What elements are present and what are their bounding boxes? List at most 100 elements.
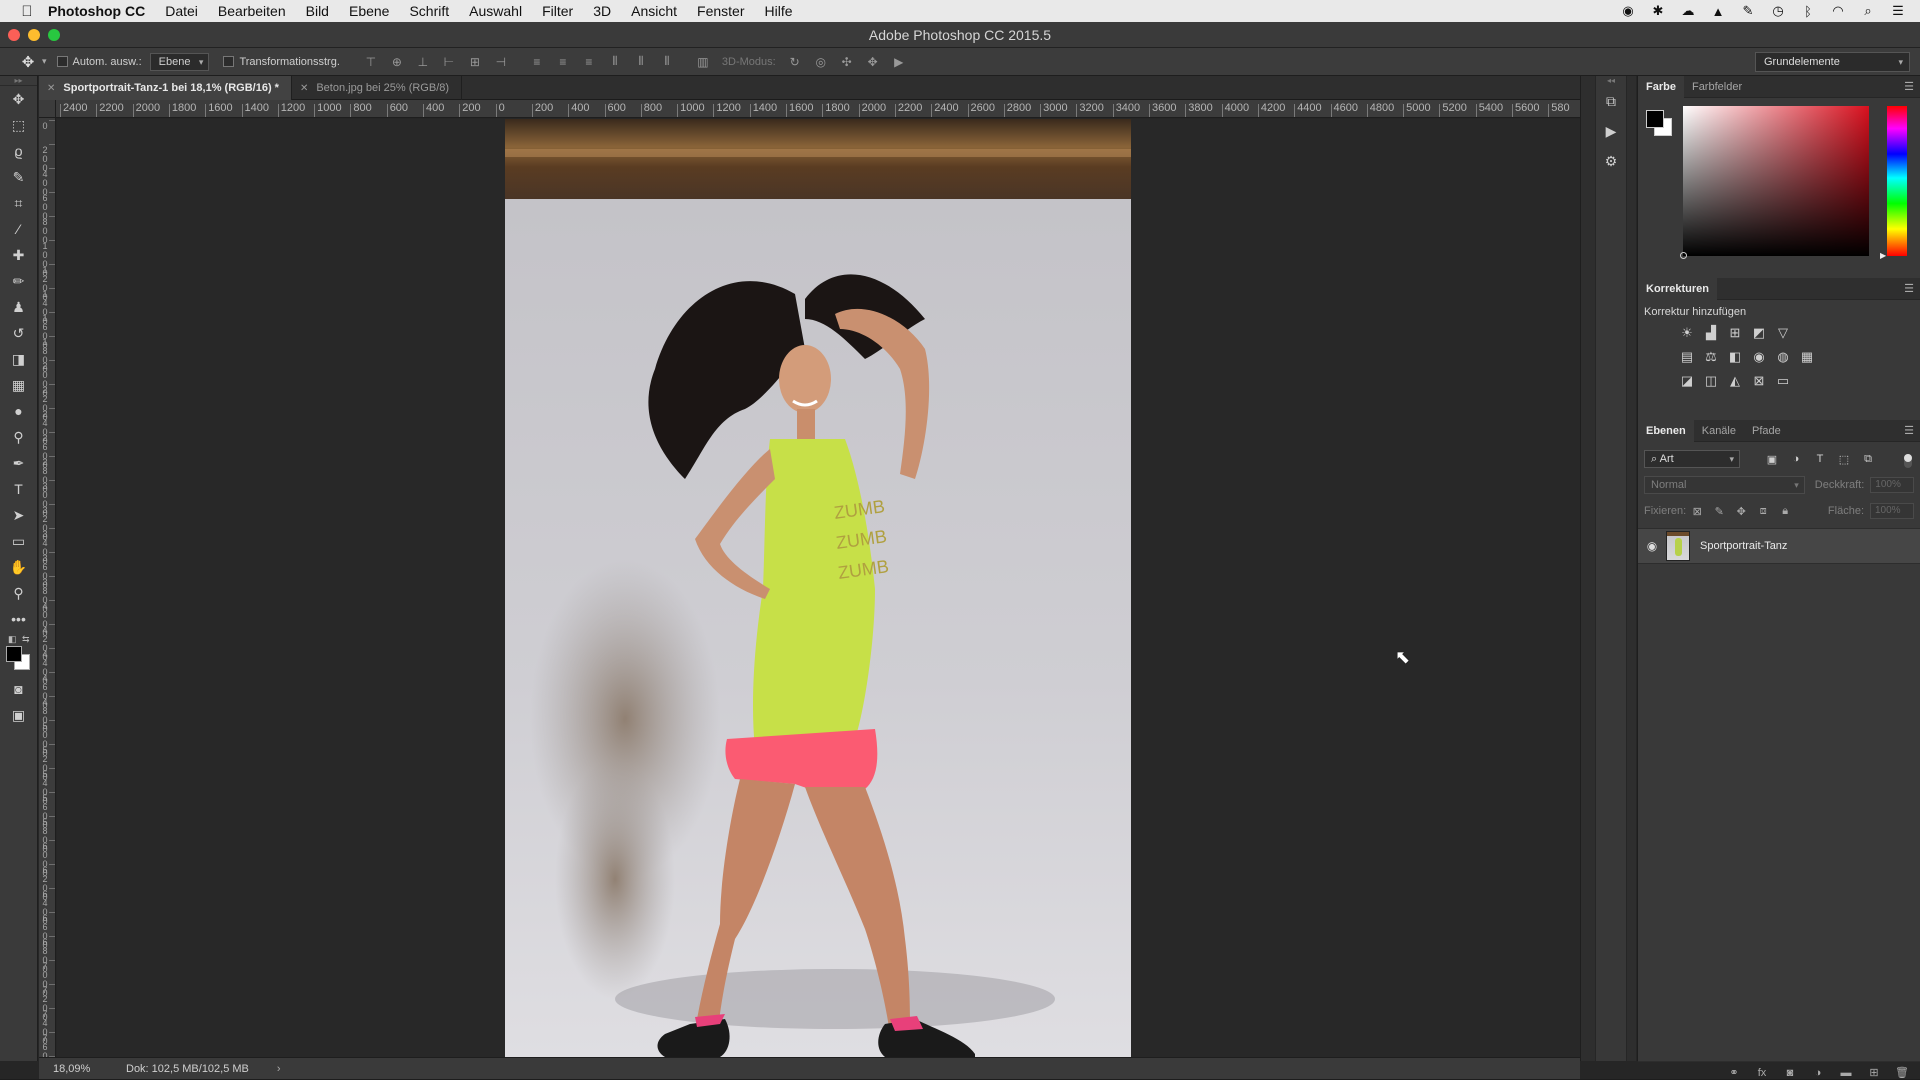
foreground-color-swatch[interactable] [6, 646, 22, 662]
time-machine-icon[interactable]: ◷ [1770, 3, 1786, 19]
color-balance-icon[interactable]: ⚖ [1702, 348, 1720, 366]
new-layer-icon[interactable]: ⊞ [1863, 1066, 1885, 1079]
rectangle-tool-icon[interactable]: ▭ [0, 528, 37, 554]
gradient-tool-icon[interactable]: ▦ [0, 372, 37, 398]
layer-filter-toggle[interactable] [1904, 454, 1912, 468]
vibrance-icon[interactable]: ▽ [1774, 324, 1792, 342]
distribute-left-icon[interactable]: ⫴ [602, 54, 628, 69]
sync-icon[interactable]: ✎ [1740, 3, 1756, 19]
align-bottom-icon[interactable]: ⊥ [410, 55, 436, 69]
menu-bearbeiten[interactable]: Bearbeiten [208, 0, 296, 22]
actions-panel-icon[interactable]: ▶ [1596, 116, 1626, 146]
screen-mode-icon[interactable]: ▣ [0, 702, 37, 728]
record-icon[interactable]: ◉ [1620, 3, 1636, 19]
properties-panel-icon[interactable]: ⚙ [1596, 146, 1626, 176]
creative-cloud-icon[interactable]: ☁ [1680, 3, 1696, 19]
auto-align-layers-icon[interactable]: ▥ [690, 55, 716, 69]
notification-center-icon[interactable]: ☰ [1890, 3, 1906, 19]
tab-ebenen[interactable]: Ebenen [1638, 419, 1694, 442]
hue-slider[interactable]: ▶ [1880, 106, 1907, 260]
layer-style-icon[interactable]: fx [1751, 1067, 1773, 1079]
lock-transparent-icon[interactable]: ⊠ [1686, 505, 1708, 518]
tab-farbe[interactable]: Farbe [1638, 75, 1684, 98]
menu-schrift[interactable]: Schrift [399, 0, 459, 22]
zoom-level[interactable]: 18,09% [39, 1063, 114, 1075]
ruler-origin[interactable] [39, 100, 56, 118]
curves-icon[interactable]: ⊞ [1726, 324, 1744, 342]
status-menu-icon[interactable]: › [277, 1063, 281, 1075]
visibility-eye-icon[interactable]: ◉ [1638, 539, 1666, 553]
posterize-icon[interactable]: ◫ [1702, 372, 1720, 390]
tab-farbfelder[interactable]: Farbfelder [1684, 76, 1750, 98]
hue-saturation-icon[interactable]: ▤ [1678, 348, 1696, 366]
panel-menu-icon[interactable]: ☰ [1904, 282, 1914, 295]
3d-roll-icon[interactable]: ◎ [808, 55, 834, 69]
menu-filter[interactable]: Filter [532, 0, 583, 22]
workspace-switcher[interactable]: Grundelemente [1755, 52, 1910, 72]
minimize-window-button[interactable] [28, 29, 40, 41]
horizontal-ruler[interactable]: 2400 2200 2000 1800 1600 1400 1200 1000 800 600 40… [56, 100, 1580, 118]
foreground-color-swatch[interactable] [1646, 110, 1664, 128]
menu-3d[interactable]: 3D [583, 0, 621, 22]
layer-row[interactable]: ◉ Sportportrait-Tanz [1638, 528, 1920, 564]
tab-sportportrait[interactable]: ✕ Sportportrait-Tanz-1 bei 18,1% (RGB/16… [39, 76, 292, 100]
zoom-tool-icon[interactable]: ⚲ [0, 580, 37, 606]
tool-preset-chevron-icon[interactable]: ▾ [42, 56, 47, 67]
menu-fenster[interactable]: Fenster [687, 0, 754, 22]
drive-icon[interactable]: ▲ [1710, 4, 1726, 19]
type-layer-filter-icon[interactable]: T [1808, 453, 1832, 465]
pixel-layer-filter-icon[interactable]: ▣ [1760, 453, 1784, 466]
color-field[interactable] [1680, 106, 1869, 259]
move-tool-icon[interactable]: ✥ [0, 86, 37, 112]
3d-orbit-icon[interactable]: ↻ [782, 55, 808, 69]
menu-ebene[interactable]: Ebene [339, 0, 399, 22]
tools-collapse-grip[interactable]: ▸▸ [0, 76, 37, 86]
new-group-icon[interactable]: ▬ [1835, 1067, 1857, 1079]
layer-filter-dropdown[interactable]: ⌕ Art [1644, 450, 1740, 468]
hand-tool-icon[interactable]: ✋ [0, 554, 37, 580]
link-layers-icon[interactable]: ⚭ [1723, 1066, 1745, 1079]
history-brush-tool-icon[interactable]: ↺ [0, 320, 37, 346]
photo-filter-icon[interactable]: ◉ [1750, 348, 1768, 366]
move-tool-icon[interactable]: ✥ [16, 53, 40, 71]
opacity-input[interactable]: 100% [1870, 477, 1914, 493]
3d-slide-icon[interactable]: ✥ [860, 55, 886, 69]
lock-image-icon[interactable]: ✎ [1708, 505, 1730, 518]
shape-layer-filter-icon[interactable]: ⬚ [1832, 453, 1856, 466]
swap-colors-icon[interactable]: ⇆ [22, 634, 30, 645]
threshold-icon[interactable]: ◭ [1726, 372, 1744, 390]
quick-mask-icon[interactable]: ◙ [0, 676, 37, 702]
edit-toolbar-icon[interactable]: ••• [0, 606, 37, 632]
document-size[interactable]: Dok: 102,5 MB/102,5 MB [126, 1063, 249, 1075]
exposure-icon[interactable]: ◩ [1750, 324, 1768, 342]
align-horizontal-center-icon[interactable]: ⊞ [462, 55, 488, 69]
tab-korrekturen[interactable]: Korrekturen [1638, 277, 1717, 300]
tab-beton[interactable]: ✕ Beton.jpg bei 25% (RGB/8) [292, 76, 463, 100]
dodge-tool-icon[interactable]: ⚲ [0, 424, 37, 450]
vertical-ruler[interactable]: 0 200 400 600 800 1000 1200 1400 1600 1800 2000 220… [39, 118, 56, 1060]
healing-brush-tool-icon[interactable]: ✚ [0, 242, 37, 268]
channel-mixer-icon[interactable]: ◍ [1774, 348, 1792, 366]
align-right-icon[interactable]: ⊣ [488, 55, 514, 69]
quick-selection-tool-icon[interactable]: ✎ [0, 164, 37, 190]
eraser-tool-icon[interactable]: ◨ [0, 346, 37, 372]
dock-collapse-grip[interactable]: ◂◂ [1596, 76, 1626, 86]
distribute-top-icon[interactable]: ≡ [524, 55, 550, 69]
distribute-right-icon[interactable]: ⫴ [654, 54, 680, 69]
transform-controls-checkbox[interactable] [223, 56, 235, 67]
default-colors-icon[interactable]: ◧ [8, 634, 17, 645]
close-tab-icon[interactable]: ✕ [47, 83, 55, 94]
apple-icon[interactable]:  [16, 0, 38, 22]
black-white-icon[interactable]: ◧ [1726, 348, 1744, 366]
tab-pfade[interactable]: Pfade [1744, 420, 1789, 442]
smart-object-filter-icon[interactable]: ⧉ [1856, 453, 1880, 466]
path-selection-tool-icon[interactable]: ➤ [0, 502, 37, 528]
levels-icon[interactable]: ▟ [1702, 324, 1720, 342]
marquee-tool-icon[interactable]: ⬚ [0, 112, 37, 138]
menu-auswahl[interactable]: Auswahl [459, 0, 532, 22]
align-top-icon[interactable]: ⊤ [358, 55, 384, 69]
crop-tool-icon[interactable]: ⌗ [0, 190, 37, 216]
distribute-horizontal-center-icon[interactable]: ⫴ [628, 54, 654, 69]
invert-icon[interactable]: ◪ [1678, 372, 1696, 390]
align-left-icon[interactable]: ⊢ [436, 55, 462, 69]
